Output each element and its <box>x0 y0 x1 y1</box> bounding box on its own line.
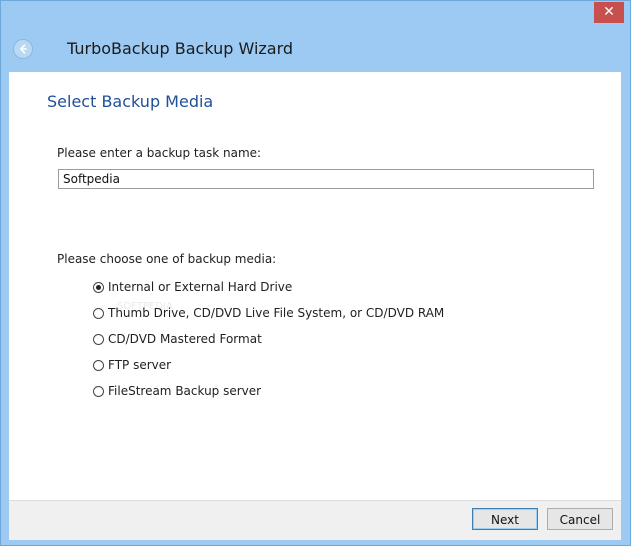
next-button[interactable]: Next <box>472 508 538 530</box>
close-icon: ✕ <box>603 4 615 20</box>
task-name-label: Please enter a backup task name: <box>57 146 262 160</box>
radio-ftp-server[interactable]: FTP server <box>93 357 171 373</box>
radio-filestream-server[interactable]: FileStream Backup server <box>93 383 261 399</box>
radio-label: FTP server <box>108 358 172 372</box>
cancel-button[interactable]: Cancel <box>547 508 613 530</box>
radio-label: Internal or External Hard Drive <box>108 280 293 294</box>
radio-label: FileStream Backup server <box>108 384 262 398</box>
radio-selected-icon[interactable] <box>93 281 104 293</box>
close-button[interactable]: ✕ <box>594 2 624 23</box>
radio-icon[interactable] <box>93 359 104 371</box>
wizard-title: TurboBackup Backup Wizard <box>67 39 294 58</box>
radio-hard-drive[interactable]: Internal or External Hard Drive <box>93 279 292 295</box>
radio-icon[interactable] <box>93 333 104 345</box>
radio-thumb-drive[interactable]: Thumb Drive, CD/DVD Live File System, or… <box>93 305 444 321</box>
backup-media-label: Please choose one of backup media: <box>57 252 277 266</box>
back-arrow-icon <box>20 44 27 54</box>
title-bar: ✕ <box>1 1 630 29</box>
radio-icon[interactable] <box>93 307 104 319</box>
footer-bar: Next Cancel <box>9 500 621 540</box>
section-title: Select Backup Media <box>47 92 214 111</box>
radio-label: Thumb Drive, CD/DVD Live File System, or… <box>108 306 445 320</box>
wizard-window: ✕ TurboBackup Backup Wizard Select Backu… <box>0 0 631 546</box>
wizard-header: TurboBackup Backup Wizard <box>1 29 630 72</box>
radio-icon[interactable] <box>93 385 104 397</box>
back-button[interactable] <box>13 39 33 59</box>
task-name-input[interactable] <box>58 169 594 189</box>
radio-cd-dvd-mastered[interactable]: CD/DVD Mastered Format <box>93 331 262 347</box>
radio-label: CD/DVD Mastered Format <box>108 332 262 346</box>
main-content: Select Backup Media Please enter a backu… <box>9 72 621 500</box>
